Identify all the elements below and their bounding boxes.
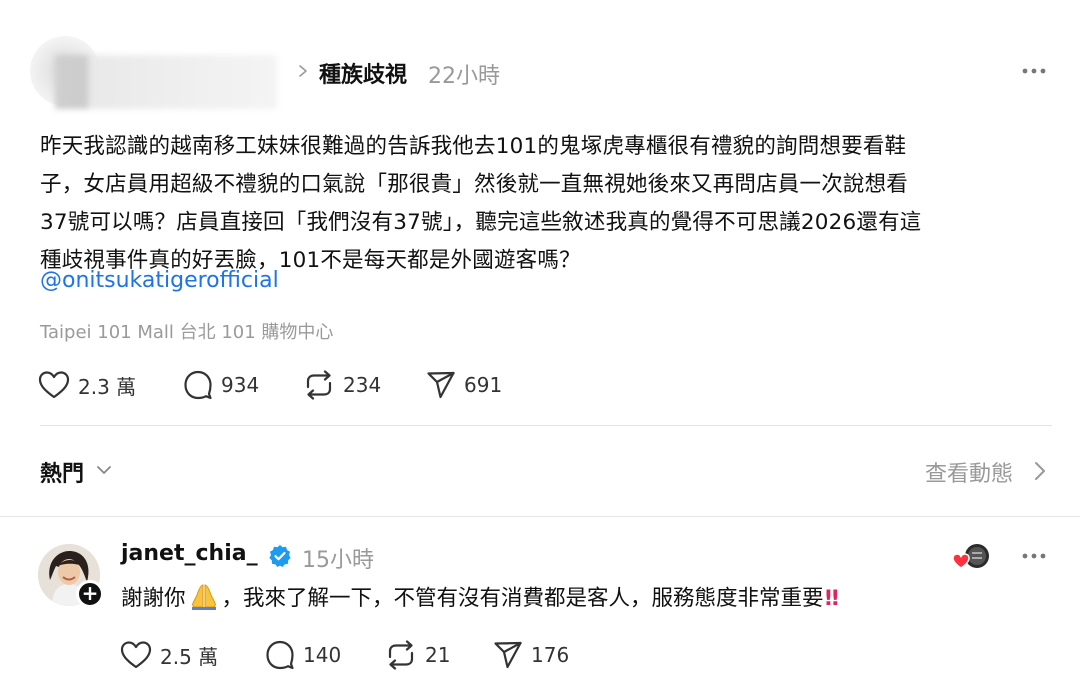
plus-icon[interactable]: + <box>76 580 104 608</box>
comment-count: 140 <box>303 643 342 667</box>
reply-actions: 2.5 萬 140 21 176 <box>120 640 593 670</box>
comment-icon <box>184 370 212 400</box>
comment-button[interactable]: 934 <box>183 370 303 400</box>
comment-button[interactable]: 140 <box>265 640 385 670</box>
view-activity-link[interactable]: 查看動態 <box>925 456 1013 488</box>
post-actions: 2.3 萬 934 234 691 <box>38 370 526 400</box>
post-body-line: 37號可以嗎？店員直接回「我們沒有37號」，聽完這些敘述我真的覺得不可思議202… <box>40 210 922 235</box>
share-icon <box>494 641 522 669</box>
author-liked-icon <box>952 544 989 569</box>
divider <box>0 516 1080 517</box>
share-button[interactable]: 691 <box>426 370 526 400</box>
reply-text-start: 謝謝你 <box>121 586 186 611</box>
repost-button[interactable]: 234 <box>303 370 426 400</box>
reply-text-rest: ，我來了解一下，不管有沒有消費都是客人，服務態度非常重要 <box>221 586 824 611</box>
sort-dropdown[interactable]: 熱門 <box>40 456 84 488</box>
repost-button[interactable]: 21 <box>385 640 493 670</box>
chevron-down-icon[interactable] <box>96 464 112 476</box>
like-button[interactable]: 2.5 萬 <box>120 640 265 670</box>
repost-icon <box>388 640 414 670</box>
heart-icon <box>120 641 152 669</box>
post-header: 種族歧視 22小時 <box>0 0 1080 120</box>
post-timestamp: 22小時 <box>428 64 500 89</box>
reply-text: 謝謝你 ，我來了解一下，不管有沒有消費都是客人，服務態度非常重要!! <box>121 581 841 612</box>
heart-icon <box>38 371 70 399</box>
reply-username[interactable]: janet_chia_ <box>121 541 258 566</box>
share-count: 691 <box>464 373 503 397</box>
share-icon <box>427 371 455 399</box>
location-tag[interactable]: Taipei 101 Mall 台北 101 購物中心 <box>40 318 333 344</box>
share-count: 176 <box>531 643 570 667</box>
repost-count: 234 <box>343 373 382 397</box>
emphasis-marks: !! <box>823 586 841 611</box>
verified-icon <box>269 545 291 567</box>
chevron-right-icon[interactable] <box>1034 461 1046 481</box>
like-count: 2.5 萬 <box>160 644 219 669</box>
like-count: 2.3 萬 <box>78 374 137 399</box>
post-body-line: 昨天我認識的越南移工妹妹很難過的告訴我他去101的鬼塚虎專櫃很有禮貌的詢問想要看… <box>40 134 907 159</box>
repost-icon <box>306 370 332 400</box>
more-icon[interactable] <box>1020 547 1048 565</box>
blur-overlay <box>0 0 300 120</box>
comment-icon <box>266 640 294 670</box>
mention-link[interactable]: @onitsukatigerofficial <box>40 268 279 293</box>
chevron-right-icon <box>299 65 307 77</box>
post-body: 昨天我認識的越南移工妹妹很難過的告訴我他去101的鬼塚虎專櫃很有禮貌的詢問想要看… <box>40 128 1050 280</box>
divider <box>40 425 1052 426</box>
post-body-line: 子，女店員用超級不禮貌的口氣說「那很貴」然後就一直無視她後來又再問店員一次說想看 <box>40 172 909 197</box>
more-icon[interactable] <box>1020 62 1048 80</box>
comment-count: 934 <box>221 373 260 397</box>
pray-emoji-icon <box>191 584 216 610</box>
repost-count: 21 <box>425 643 451 667</box>
reply-timestamp: 15小時 <box>302 548 374 573</box>
share-button[interactable]: 176 <box>493 640 593 670</box>
like-button[interactable]: 2.3 萬 <box>38 370 183 400</box>
topic-tag[interactable]: 種族歧視 <box>319 57 407 89</box>
